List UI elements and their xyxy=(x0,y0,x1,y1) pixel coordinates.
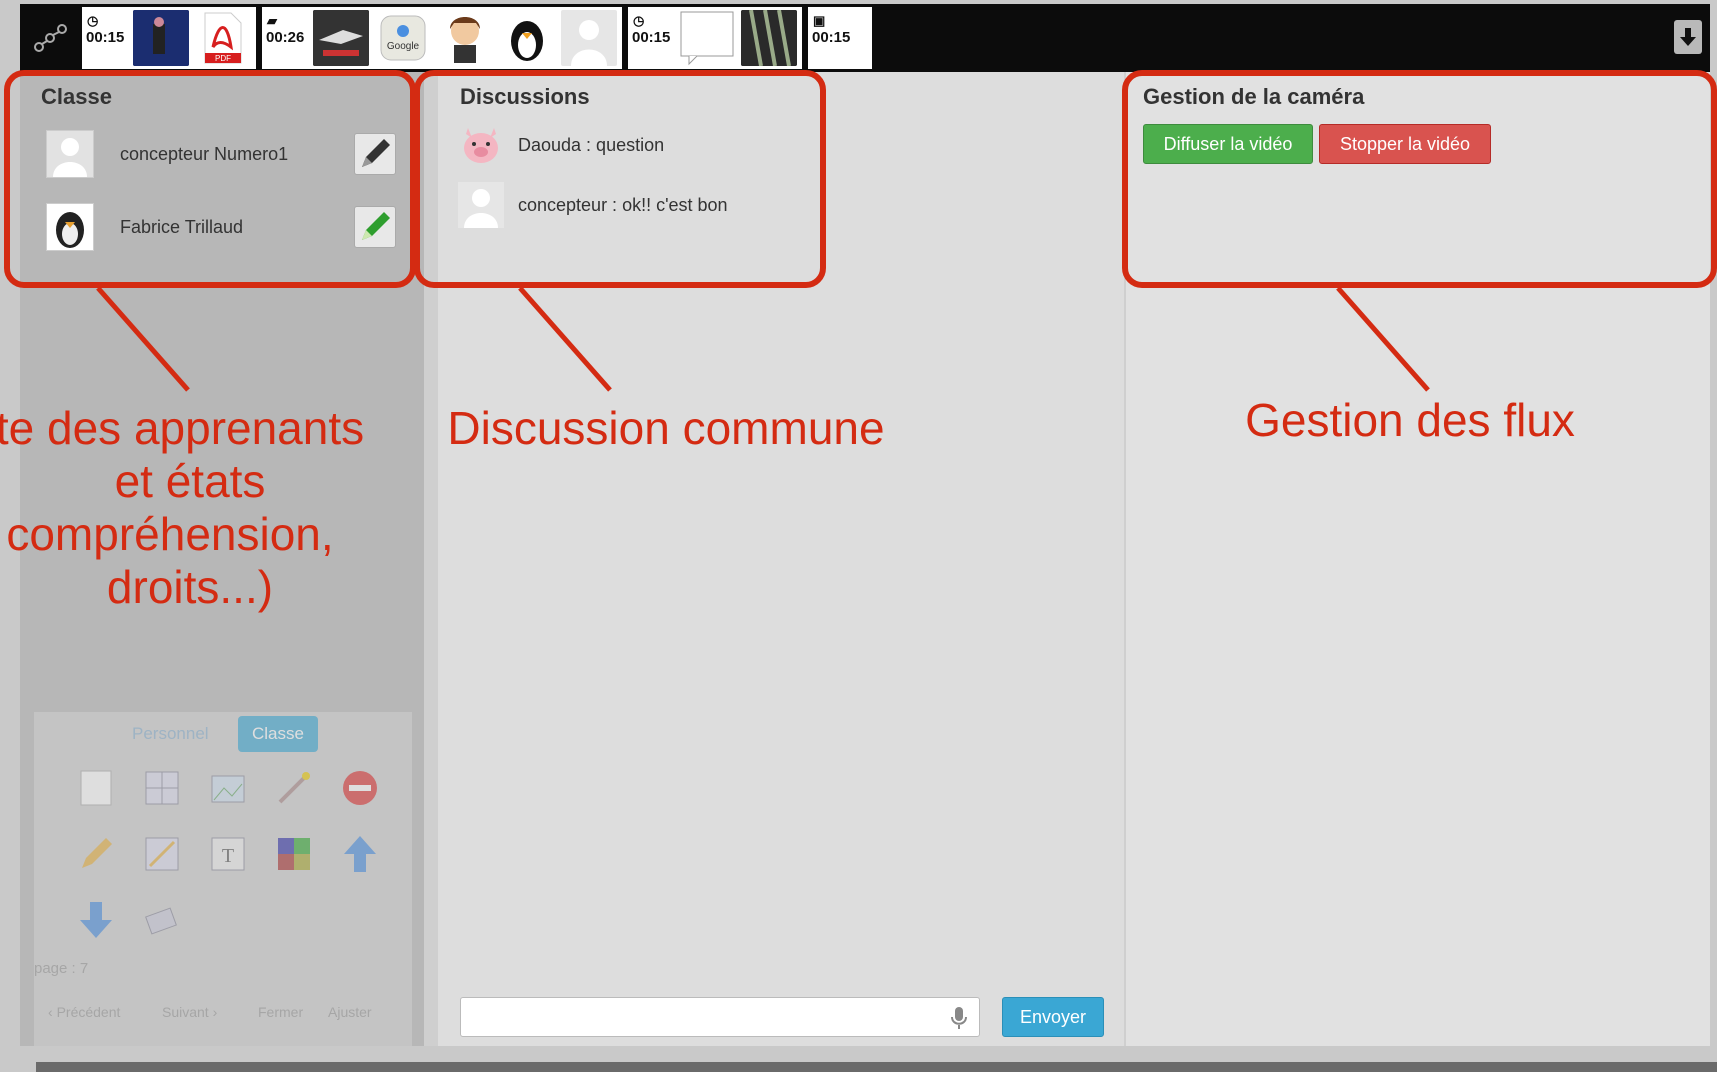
image-icon: ▣ xyxy=(813,13,826,28)
clock-icon: ◷ xyxy=(633,13,645,28)
chat-icon: ▰ xyxy=(267,13,277,28)
google-icon[interactable]: Google xyxy=(375,10,431,66)
user-avatar-girl-icon[interactable] xyxy=(437,10,493,66)
bottom-bar xyxy=(36,1062,1717,1072)
default-avatar-icon[interactable] xyxy=(561,10,617,66)
resource-group-4[interactable]: ▣ 00:15 xyxy=(808,7,872,69)
penguin-avatar-icon[interactable] xyxy=(499,10,555,66)
timer: ◷ 00:15 xyxy=(632,13,671,46)
video-thumbnail[interactable] xyxy=(313,10,369,66)
toolbox: Personnel Classe T page : 7 ‹ Précédent … xyxy=(34,712,412,1046)
tab-classe[interactable]: Classe xyxy=(238,716,318,752)
image-edit-icon[interactable] xyxy=(208,768,248,808)
pdf-icon[interactable]: PDF xyxy=(195,10,251,66)
video-thumbnail[interactable] xyxy=(133,10,189,66)
delete-icon[interactable] xyxy=(340,768,380,808)
annotation-left: te des apprenants et états compréhension… xyxy=(0,402,365,613)
resource-group-1[interactable]: ◷ 00:15 PDF xyxy=(82,7,256,69)
timer: ▣ 00:15 xyxy=(812,13,851,46)
download-arrow-icon[interactable] xyxy=(1674,20,1702,54)
previous-button[interactable]: ‹ Précédent xyxy=(48,1004,120,1020)
annotation-right: Gestion des flux xyxy=(1245,394,1575,446)
timer: ◷ 00:15 xyxy=(86,13,125,46)
resource-group-3[interactable]: ◷ 00:15 xyxy=(628,7,802,69)
svg-text:Google: Google xyxy=(387,41,420,52)
annotation-middle: Discussion commune xyxy=(447,402,885,454)
adjust-button[interactable]: Ajuster xyxy=(328,1004,372,1020)
next-button[interactable]: Suivant › xyxy=(162,1004,217,1020)
highlight-class-panel xyxy=(4,70,416,288)
clock-icon: ◷ xyxy=(87,13,99,28)
arrow-down-icon[interactable] xyxy=(76,900,116,940)
image-thumbnail[interactable] xyxy=(741,10,797,66)
eraser-icon[interactable] xyxy=(142,900,182,940)
highlight-discussion-panel xyxy=(414,70,826,288)
top-toolbar: ◷ 00:15 PDF ▰ 00:26 Google ◷ 00:15 ▣ 00:… xyxy=(20,4,1710,72)
magic-wand-icon[interactable] xyxy=(274,768,314,808)
close-button[interactable]: Fermer xyxy=(258,1004,303,1020)
resource-group-2[interactable]: ▰ 00:26 Google xyxy=(262,7,622,69)
timer: ▰ 00:26 xyxy=(266,13,305,46)
network-logo-icon[interactable] xyxy=(20,4,82,72)
tab-personnel[interactable]: Personnel xyxy=(118,716,223,752)
send-button[interactable]: Envoyer xyxy=(1002,997,1104,1037)
page-number: page : 7 xyxy=(34,960,89,977)
color-palette-icon[interactable] xyxy=(274,834,314,874)
new-page-icon[interactable] xyxy=(76,768,116,808)
highlight-camera-panel xyxy=(1122,70,1717,288)
text-tool-icon[interactable]: T xyxy=(208,834,248,874)
microphone-icon[interactable] xyxy=(950,1006,968,1030)
pencil-draw-icon[interactable] xyxy=(76,834,116,874)
svg-text:T: T xyxy=(222,845,234,867)
draw-area-icon[interactable] xyxy=(142,834,182,874)
arrow-up-icon[interactable] xyxy=(340,834,380,874)
speech-bubble-icon[interactable] xyxy=(679,10,735,66)
chat-input[interactable] xyxy=(460,997,980,1037)
table-icon[interactable] xyxy=(142,768,182,808)
svg-text:PDF: PDF xyxy=(215,54,231,63)
